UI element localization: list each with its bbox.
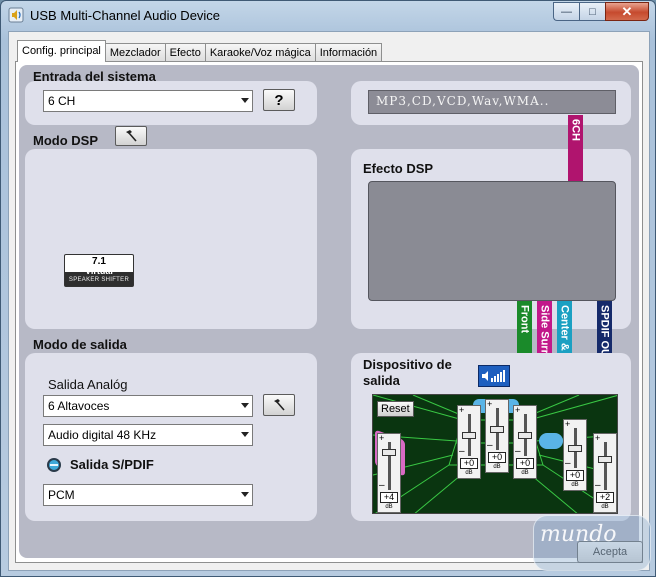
spdif-select-value: PCM — [48, 488, 75, 502]
entrada-select[interactable]: 6 CH — [43, 90, 253, 112]
fader-value: +2 — [596, 492, 614, 503]
fader-plus: + — [379, 433, 385, 443]
speaker-room: Reset + – +4 dB + – +0 dB + – +0 dB + – … — [372, 394, 618, 514]
virtual-speaker-shifter-button[interactable]: 7.1 Virtual SPEAKER SHIFTER — [64, 254, 134, 287]
speaker-config-button[interactable] — [478, 365, 510, 387]
fader-db: dB — [521, 470, 529, 476]
fader-minus: – — [487, 440, 493, 451]
tab-mezclador[interactable]: Mezclador — [104, 43, 166, 62]
fader-subwoofer[interactable]: + – +0 dB — [485, 399, 509, 473]
fader-minus: – — [595, 480, 601, 491]
fader-value: +0 — [516, 458, 534, 469]
speaker-app-icon — [8, 7, 24, 23]
fader-minus: – — [515, 446, 521, 457]
tab-karaoke[interactable]: Karaoke/Voz mágica — [204, 43, 316, 62]
fader-knob[interactable] — [598, 455, 612, 463]
speakers-settings-button[interactable] — [263, 394, 295, 416]
fader-value: +0 — [566, 470, 584, 481]
speakers-select-value: 6 Altavoces — [48, 399, 110, 413]
dispositivo-heading-line1: Dispositivo de — [363, 357, 452, 372]
watermark-text: mundo — [540, 522, 617, 547]
speakers-select[interactable]: 6 Altavoces — [43, 395, 253, 417]
maximize-button[interactable]: □ — [579, 2, 605, 21]
window-title: USB Multi-Channel Audio Device — [30, 8, 221, 23]
sub-speaker-graphic — [539, 433, 563, 449]
fader-plus: + — [487, 399, 493, 409]
digital-audio-select[interactable]: Audio digital 48 KHz — [43, 424, 253, 446]
tab-config-principal[interactable]: Config. principal — [17, 40, 106, 62]
hammer-icon — [274, 399, 285, 411]
tab-informacion[interactable]: Información — [314, 43, 383, 62]
close-button[interactable]: ✕ — [605, 2, 649, 21]
spdif-select[interactable]: PCM — [43, 484, 253, 506]
salida-spdif-label: Salida S/PDIF — [70, 457, 154, 472]
fader-value: +0 — [460, 458, 478, 469]
dispositivo-heading: Dispositivo de salida — [363, 357, 452, 389]
fader-surround-left[interactable]: + – +0 dB — [563, 419, 587, 491]
fader-front-left[interactable]: + – +4 dB — [377, 433, 401, 513]
entrada-select-value: 6 CH — [48, 94, 76, 108]
dispositivo-heading-line2: salida — [363, 373, 400, 388]
fader-db: dB — [571, 482, 579, 488]
fader-plus: + — [595, 433, 601, 443]
watermark-logo: mundo — [533, 515, 651, 571]
title-bar[interactable]: USB Multi-Channel Audio Device — □ ✕ — [1, 1, 655, 31]
chevron-down-icon — [241, 492, 249, 497]
channel-6ch-bar: 6CH — [568, 115, 583, 181]
tab-efecto[interactable]: Efecto — [164, 43, 206, 62]
fader-knob[interactable] — [382, 449, 396, 457]
dsp-settings-button[interactable] — [115, 126, 147, 146]
fader-minus: – — [459, 446, 465, 457]
chevron-down-icon — [241, 98, 249, 103]
hammer-icon — [126, 130, 137, 142]
digital-audio-value: Audio digital 48 KHz — [48, 428, 157, 442]
volume-bars-icon — [482, 370, 505, 382]
fader-knob[interactable] — [462, 431, 476, 439]
minimize-button[interactable]: — — [553, 2, 579, 21]
badge-shifter: SPEAKER SHIFTER — [68, 277, 130, 283]
spdif-indicator-icon — [47, 458, 61, 472]
fader-knob[interactable] — [518, 431, 532, 439]
fader-db: dB — [601, 504, 609, 510]
tab-strip: Config. principal Mezclador Efecto Karao… — [17, 40, 383, 62]
input-formats-display: MP3,CD,VCD,Wav,WMA.. — [368, 90, 616, 114]
app-window: USB Multi-Channel Audio Device — □ ✕ Con… — [0, 0, 656, 577]
fader-track — [604, 442, 607, 490]
dsp-section — [25, 149, 317, 329]
fader-plus: + — [515, 405, 521, 415]
badge-virtual: Virtual — [85, 266, 113, 276]
chevron-down-icon — [241, 432, 249, 437]
fader-db: dB — [385, 504, 393, 510]
salida-heading: Modo de salida — [33, 337, 127, 352]
fader-value: +4 — [380, 492, 398, 503]
fader-minus: – — [565, 458, 571, 469]
fader-front-right[interactable]: + – +0 dB — [513, 405, 537, 479]
channel-6ch-label: 6CH — [569, 119, 582, 142]
entrada-heading: Entrada del sistema — [33, 69, 156, 84]
fader-surround-right[interactable]: + – +2 dB — [593, 433, 617, 513]
fader-db: dB — [465, 470, 473, 476]
reset-button[interactable]: Reset — [377, 401, 414, 417]
help-button[interactable]: ? — [263, 89, 295, 111]
fader-knob[interactable] — [490, 425, 504, 433]
dsp-heading: Modo DSP — [33, 133, 98, 148]
fader-minus: – — [379, 480, 385, 491]
fader-db: dB — [493, 464, 501, 470]
salida-analog-label: Salida Analóg — [48, 377, 128, 392]
fader-plus: + — [459, 405, 465, 415]
chevron-down-icon — [241, 403, 249, 408]
dsp-effect-heading: Efecto DSP — [363, 161, 434, 176]
fader-knob[interactable] — [568, 444, 582, 452]
dsp-effect-screen — [368, 181, 616, 301]
channel-front-label: Front — [518, 305, 531, 334]
fader-plus: + — [565, 419, 571, 429]
fader-center[interactable]: + – +0 dB — [457, 405, 481, 479]
fader-value: +0 — [488, 452, 506, 463]
